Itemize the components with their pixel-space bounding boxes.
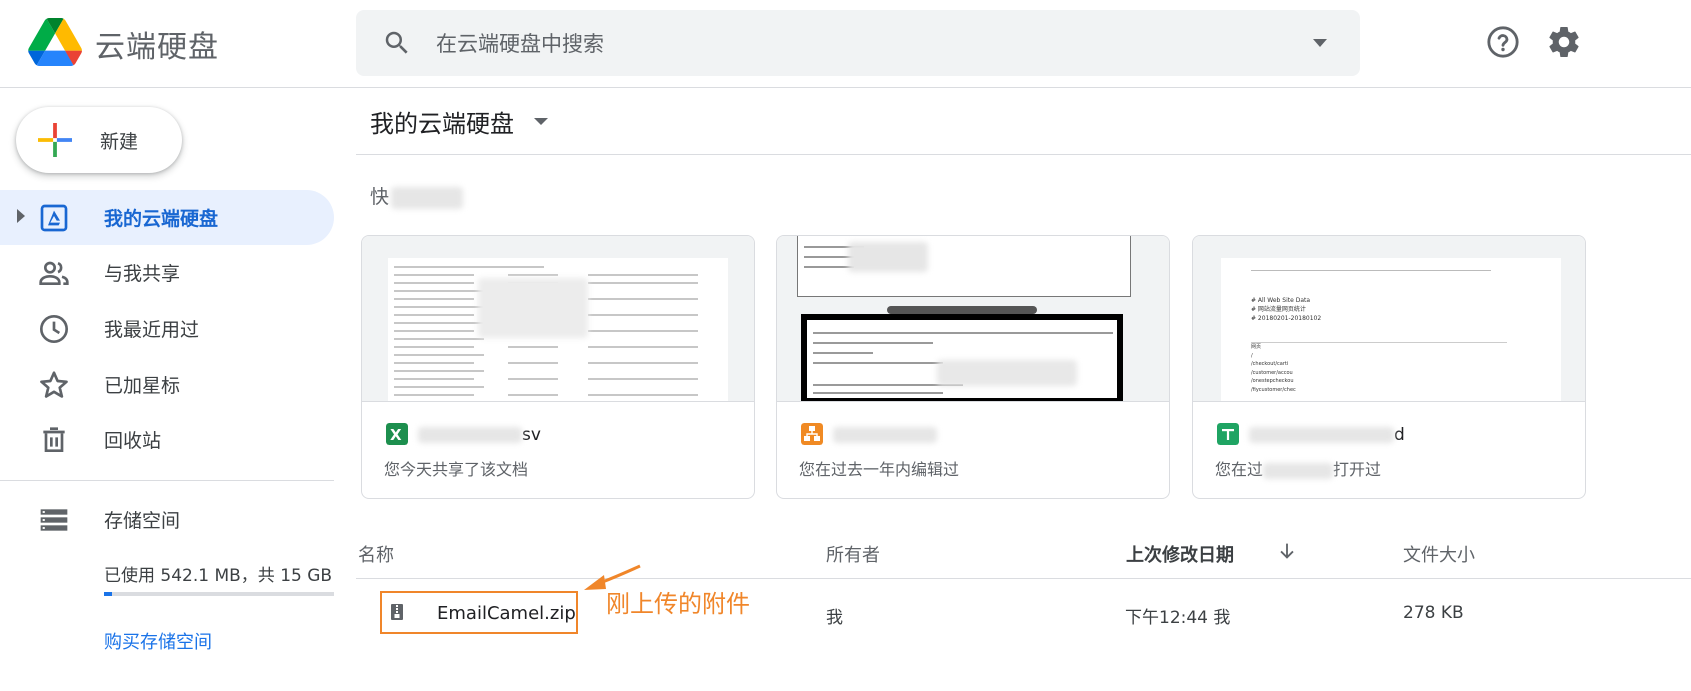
- sheet-preview-line: /customer/accou: [1251, 369, 1293, 376]
- plus-icon: [38, 123, 72, 157]
- sidebar-item-label: 与我共享: [104, 263, 181, 285]
- sidebar-item-trash[interactable]: 回收站: [0, 412, 334, 467]
- column-header-last-modified[interactable]: 上次修改日期: [1126, 541, 1234, 567]
- document-preview: [388, 258, 728, 401]
- card-activity-suffix: 打开过: [1333, 460, 1382, 479]
- trash-icon: [43, 427, 65, 452]
- redacted-text: [833, 427, 937, 443]
- file-size: 278 KB: [1403, 603, 1464, 623]
- sheets-icon: [1217, 423, 1239, 445]
- sheet-preview-table: 网页 / /checkout/carti /customer/accou /on…: [1251, 342, 1507, 401]
- card-activity: 您在过去一年内编辑过: [799, 460, 960, 479]
- column-header-owner[interactable]: 所有者: [826, 541, 880, 567]
- drive-folder-icon: [40, 204, 68, 232]
- quick-access-card[interactable]: X sv 您今天共享了该文档: [361, 235, 755, 499]
- app-header: 云端硬盘: [0, 0, 1691, 88]
- column-header-file-size[interactable]: 文件大小: [1403, 541, 1475, 567]
- file-name[interactable]: EmailCamel.zip: [437, 603, 576, 624]
- new-button[interactable]: 新建: [16, 107, 182, 173]
- new-button-label: 新建: [100, 131, 139, 153]
- quick-access-heading-text: 快: [370, 186, 390, 208]
- redacted-text: [418, 427, 522, 443]
- card-thumbnail: [362, 236, 754, 402]
- help-icon[interactable]: [1486, 25, 1520, 59]
- card-file-name-visible: d: [1394, 425, 1405, 445]
- sheet-preview-line: # All Web Site Data: [1251, 297, 1311, 304]
- search-bar[interactable]: [356, 10, 1360, 76]
- sheet-preview-line: /onestepcheckou: [1251, 378, 1294, 384]
- sidebar-divider: [0, 480, 334, 481]
- sidebar-item-label: 我的云端硬盘: [104, 208, 219, 230]
- sidebar-item-my-drive[interactable]: 我的云端硬盘: [0, 190, 334, 245]
- card-file-name: sv: [418, 425, 541, 445]
- sheet-preview-line: /checkout/carti: [1251, 361, 1289, 367]
- storage-usage-bar: [104, 592, 334, 596]
- settings-gear-icon[interactable]: [1546, 24, 1582, 60]
- storage-usage-fill: [104, 592, 113, 596]
- title-dropdown-icon[interactable]: [534, 118, 548, 125]
- search-input[interactable]: [434, 26, 1278, 62]
- sidebar-item-label: 已加星标: [104, 375, 181, 397]
- preview-bar: [887, 306, 1037, 314]
- sidebar-item-storage[interactable]: 存储空间: [0, 492, 334, 547]
- sidebar-item-label: 存储空间: [104, 510, 181, 532]
- card-file-name: d: [1249, 425, 1405, 445]
- clock-icon: [40, 315, 68, 343]
- annotation-label: 刚上传的附件: [606, 590, 750, 618]
- buy-storage-link[interactable]: 购买存储空间: [104, 628, 212, 654]
- list-divider: [356, 578, 1691, 579]
- document-preview: [801, 314, 1123, 401]
- star-icon: [40, 371, 68, 398]
- search-icon[interactable]: [382, 28, 412, 58]
- file-owner: 我: [826, 608, 843, 628]
- svg-text:X: X: [390, 426, 402, 444]
- sheet-preview-line: # 网站流量网页统计: [1251, 306, 1306, 313]
- document-preview: [797, 236, 1131, 297]
- sidebar-item-starred[interactable]: 已加星标: [0, 357, 334, 412]
- card-thumbnail: # All Web Site Data # 网站流量网页统计 # 2018020…: [1193, 236, 1585, 402]
- diagram-icon: [801, 423, 823, 445]
- sheet-preview-line: /fiycustomer/chec: [1251, 386, 1296, 393]
- sidebar-item-shared-with-me[interactable]: 与我共享: [0, 245, 334, 300]
- card-activity: 您在过 打开过: [1215, 456, 1381, 480]
- quick-access-card[interactable]: # All Web Site Data # 网站流量网页统计 # 2018020…: [1192, 235, 1586, 499]
- redacted-text: [1263, 462, 1334, 479]
- sheet-preview-header: # All Web Site Data # 网站流量网页统计 # 2018020…: [1251, 296, 1321, 323]
- sort-descending-icon[interactable]: [1276, 540, 1298, 562]
- sidebar-item-label: 我最近用过: [104, 319, 200, 341]
- redacted-text: [1249, 427, 1394, 443]
- expand-arrow-icon[interactable]: [17, 209, 25, 223]
- column-header-name[interactable]: 名称: [358, 541, 394, 567]
- people-icon: [39, 261, 69, 285]
- storage-usage-text: 已使用 542.1 MB，共 15 GB: [104, 566, 333, 586]
- redacted-text: [391, 186, 464, 209]
- sheet-preview-line: # 20180201-20180102: [1251, 315, 1322, 322]
- quick-access-card[interactable]: 您在过去一年内编辑过: [776, 235, 1170, 499]
- search-options-dropdown-icon[interactable]: [1310, 34, 1330, 52]
- excel-icon: X: [386, 423, 408, 445]
- file-modified: 下午12:44 我: [1125, 608, 1231, 628]
- app-title: 云端硬盘: [95, 30, 219, 65]
- sidebar-item-label: 回收站: [104, 430, 162, 452]
- card-activity: 您今天共享了该文档: [384, 460, 529, 479]
- sheet-preview-line: /: [1251, 352, 1253, 359]
- main-divider: [356, 154, 1691, 155]
- page-title[interactable]: 我的云端硬盘: [370, 104, 514, 139]
- zip-file-icon: [391, 604, 403, 620]
- storage-icon: [40, 509, 68, 531]
- card-file-name-visible: sv: [522, 425, 541, 445]
- card-activity-prefix: 您在过: [1215, 460, 1264, 479]
- card-thumbnail: [777, 236, 1169, 402]
- card-file-name: [833, 425, 937, 445]
- spreadsheet-preview: # All Web Site Data # 网站流量网页统计 # 2018020…: [1221, 258, 1561, 401]
- drive-logo-icon[interactable]: [28, 18, 82, 66]
- sidebar-item-recent[interactable]: 我最近用过: [0, 301, 334, 356]
- quick-access-heading: 快: [370, 182, 464, 209]
- sheet-preview-line: 网页: [1251, 344, 1262, 350]
